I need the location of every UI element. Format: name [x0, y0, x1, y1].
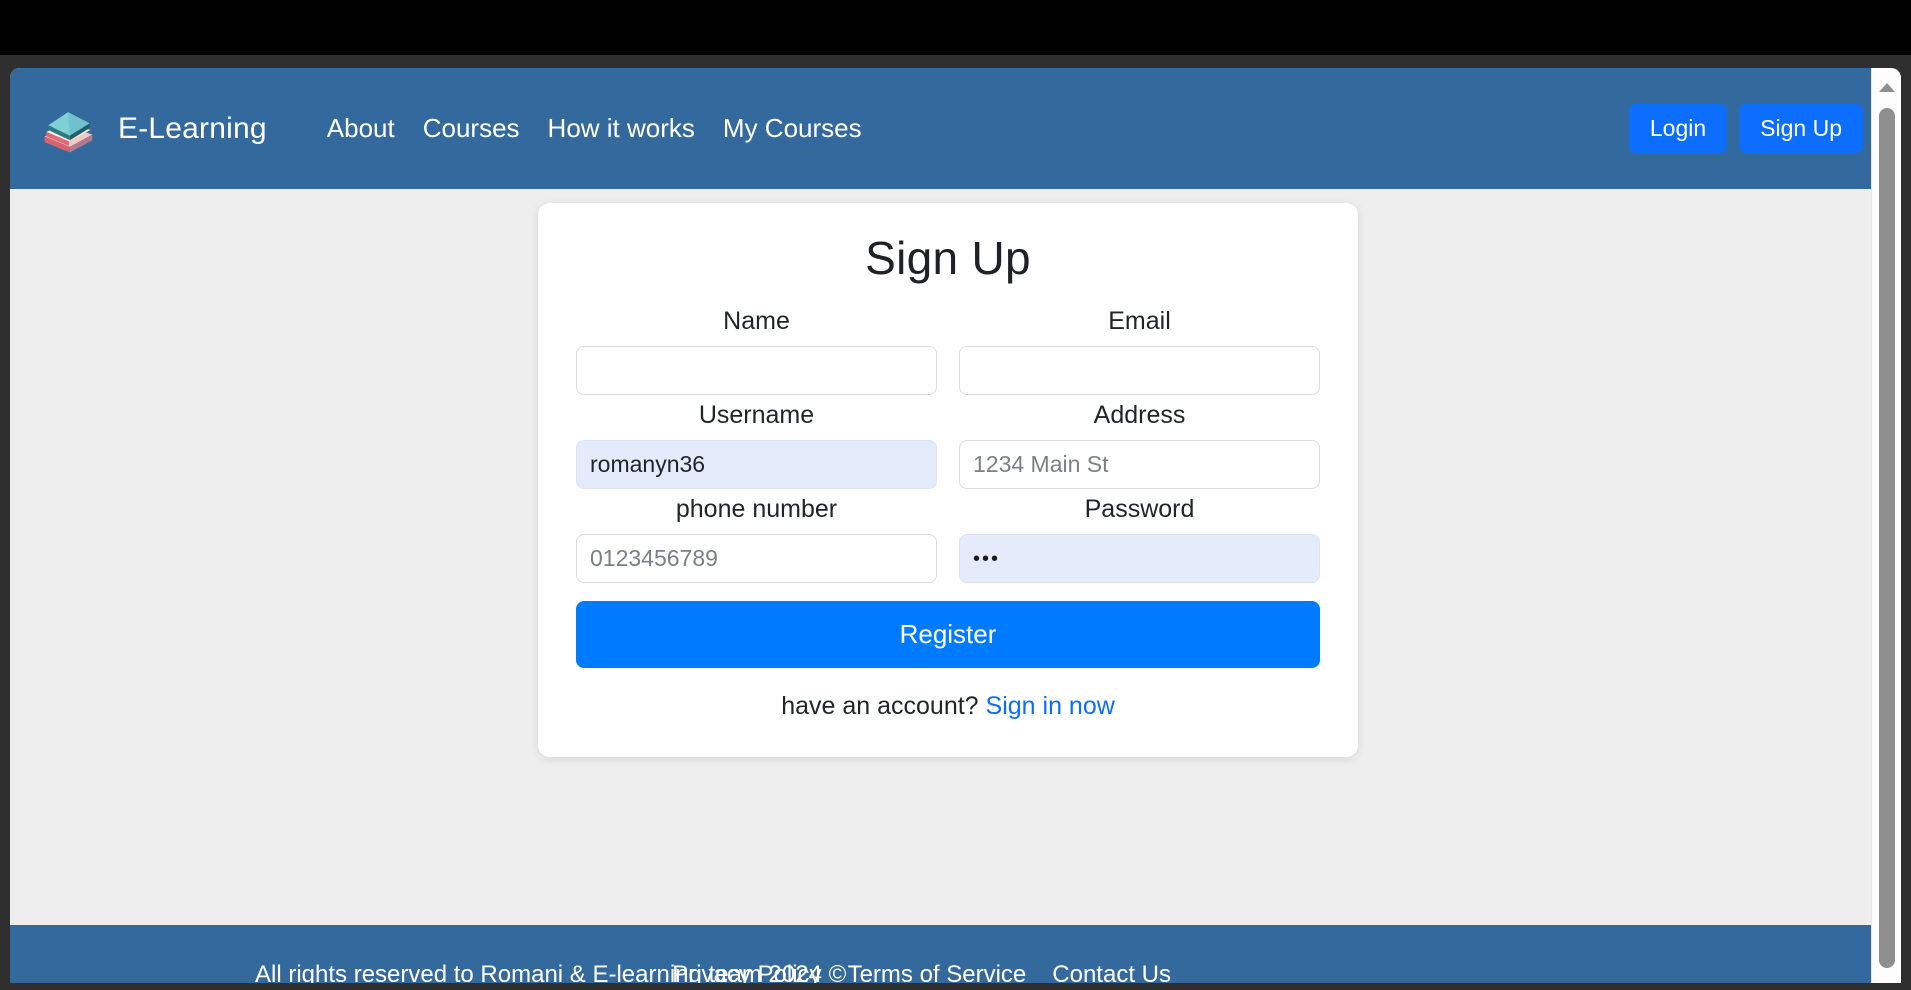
- phone-input[interactable]: [576, 534, 937, 583]
- nav-link-courses[interactable]: Courses: [423, 113, 520, 144]
- footer: All rights reserved to Romani & E-learni…: [10, 925, 1901, 983]
- signin-prompt-row: have an account? Sign in now: [576, 692, 1320, 721]
- username-label: Username: [698, 401, 815, 429]
- email-input[interactable]: [959, 346, 1320, 395]
- footer-link-contact-us[interactable]: Contact Us: [1052, 961, 1171, 983]
- field-group-address: Address: [959, 401, 1320, 489]
- field-group-name: Name: [576, 307, 937, 395]
- footer-links: Privacy Policy Terms of Service Contact …: [672, 961, 1171, 983]
- stacked-books-icon[interactable]: [38, 99, 98, 159]
- field-group-username: Username: [576, 401, 937, 489]
- scrollbar-thumb[interactable]: [1879, 108, 1895, 968]
- scroll-down-arrow-icon[interactable]: [1872, 939, 1901, 969]
- page-title: Sign Up: [865, 232, 1031, 284]
- main-content: Sign Up Name Email Username romanyn36 Ad…: [10, 189, 1901, 925]
- form-row-name-email: Name Email: [576, 307, 1320, 395]
- nav-links: About Courses How it works My Courses: [327, 113, 862, 144]
- form-row-phone-password: phone number Password •••: [576, 495, 1320, 583]
- username-input[interactable]: [576, 440, 937, 489]
- page-scrollbar[interactable]: [1871, 68, 1901, 983]
- nav-link-how-it-works[interactable]: How it works: [548, 113, 695, 144]
- navbar: E-Learning About Courses How it works My…: [10, 68, 1901, 189]
- field-group-password: Password •••: [959, 495, 1320, 583]
- password-masked-value: •••: [973, 547, 1001, 570]
- black-top-bar: [0, 0, 1911, 55]
- email-label: Email: [1108, 307, 1171, 335]
- scroll-up-arrow-icon[interactable]: [1872, 72, 1901, 102]
- address-input[interactable]: [959, 440, 1320, 489]
- field-group-email: Email: [959, 307, 1320, 395]
- register-button[interactable]: Register: [576, 601, 1320, 668]
- footer-link-privacy-policy[interactable]: Privacy Policy: [672, 961, 821, 983]
- signup-button[interactable]: Sign Up: [1739, 104, 1863, 153]
- address-label: Address: [1093, 401, 1186, 429]
- nav-link-my-courses[interactable]: My Courses: [723, 113, 862, 144]
- brand-name[interactable]: E-Learning: [118, 112, 267, 146]
- nav-actions: Login Sign Up: [1628, 104, 1863, 153]
- login-button[interactable]: Login: [1628, 104, 1728, 153]
- signin-prompt-text: have an account?: [781, 692, 979, 720]
- field-group-phone: phone number: [576, 495, 937, 583]
- nav-link-about[interactable]: About: [327, 113, 395, 144]
- form-row-username-address: Username Address: [576, 401, 1320, 489]
- signin-link[interactable]: Sign in now: [986, 692, 1115, 720]
- footer-link-terms-of-service[interactable]: Terms of Service: [848, 961, 1027, 983]
- name-label: Name: [723, 307, 790, 335]
- name-input[interactable]: [576, 346, 937, 395]
- signup-card: Sign Up Name Email Username romanyn36 Ad…: [538, 203, 1358, 757]
- page-viewport: E-Learning About Courses How it works My…: [10, 68, 1901, 983]
- screen: E-Learning About Courses How it works My…: [0, 0, 1911, 990]
- password-input[interactable]: •••: [959, 534, 1320, 583]
- password-label: Password: [1084, 495, 1195, 523]
- phone-label: phone number: [675, 495, 838, 523]
